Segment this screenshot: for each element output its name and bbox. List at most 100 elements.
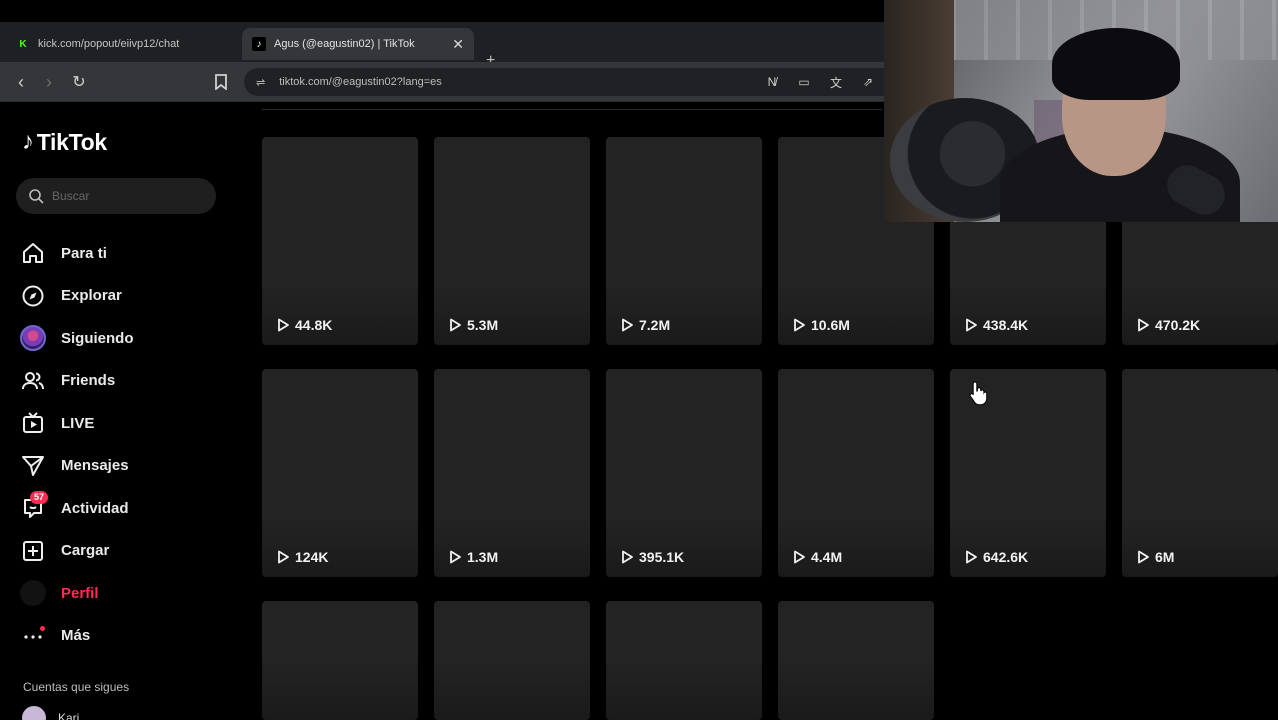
search-input[interactable]: [52, 189, 202, 203]
view-count-text: 395.1K: [639, 549, 685, 565]
video-card[interactable]: 395.1K: [606, 369, 762, 577]
play-icon: [278, 318, 289, 332]
sidebar-item-perfil[interactable]: Perfil: [20, 572, 230, 615]
address-bar[interactable]: ⇌ tiktok.com/@eagustin02?lang=es: [244, 68, 884, 96]
play-icon: [450, 318, 461, 332]
search-icon: [29, 189, 44, 204]
view-count: 470.2K: [1137, 317, 1200, 333]
sidebar-item-mas[interactable]: Más: [20, 615, 230, 658]
sidebar-item-mensajes[interactable]: Mensajes: [20, 445, 230, 488]
activity-icon: 57: [20, 491, 49, 521]
send-icon: [20, 453, 46, 479]
tiktok-note-icon: ♪: [22, 128, 34, 155]
forward-arrow-icon[interactable]: ›: [38, 71, 60, 93]
video-card[interactable]: 4.4M: [778, 369, 934, 577]
sidebar-item-friends[interactable]: Friends: [20, 360, 230, 403]
video-card[interactable]: [434, 601, 590, 720]
sidebar-item-label: Para ti: [61, 244, 107, 262]
view-count: 4.4M: [793, 549, 842, 565]
close-icon[interactable]: ✕: [452, 36, 464, 53]
view-count-text: 438.4K: [983, 317, 1029, 333]
browser-tab-bar: K kick.com/popout/eiivp12/chat ♪ Agus (@…: [0, 22, 884, 69]
url-text: tiktok.com/@eagustin02?lang=es: [279, 76, 442, 88]
sidebar-item-label: Actividad: [61, 499, 129, 517]
video-card[interactable]: 124K: [262, 369, 418, 577]
view-count: 5.3M: [449, 317, 498, 333]
sidebar-item-label: Friends: [61, 372, 116, 390]
sidebar-item-label: Explorar: [61, 287, 122, 305]
notification-badge: 57: [30, 491, 49, 505]
view-count-text: 7.2M: [639, 317, 671, 333]
sidebar-item-live[interactable]: LIVE: [20, 402, 230, 445]
home-icon: [20, 240, 46, 266]
play-icon: [794, 318, 805, 332]
video-card[interactable]: 6M: [1122, 369, 1278, 577]
no-tracking-icon[interactable]: N̸: [762, 72, 782, 92]
following-avatar-icon: [20, 325, 46, 352]
view-count-text: 10.6M: [811, 317, 850, 333]
tiktok-sidebar: ♪ TikTok Para ti Explorar Siguiendo: [0, 102, 240, 720]
view-count: 395.1K: [621, 549, 684, 565]
tiktok-icon: ♪: [252, 37, 266, 51]
following-user-item[interactable]: Kari: [22, 706, 79, 720]
browser-toolbar: ‹ › ↻ ⇌ tiktok.com/@eagustin02?lang=es N…: [0, 62, 884, 102]
webcam-overlay: [884, 0, 1278, 222]
new-dot: [40, 625, 45, 631]
kick-icon: K: [16, 37, 30, 51]
view-count: 438.4K: [965, 317, 1028, 333]
view-count-text: 4.4M: [811, 549, 843, 565]
view-count-text: 5.3M: [467, 317, 499, 333]
sidebar-item-cargar[interactable]: Cargar: [20, 530, 230, 573]
view-count-text: 6M: [1155, 549, 1175, 565]
video-card[interactable]: [778, 601, 934, 720]
tab-tiktok-profile[interactable]: ♪ Agus (@eagustin02) | TikTok ✕: [242, 28, 474, 60]
friends-icon: [20, 368, 46, 394]
tab-title: kick.com/popout/eiivp12/chat: [38, 38, 180, 50]
sidebar-item-label: Más: [61, 627, 91, 645]
bookmark-icon[interactable]: [210, 71, 232, 93]
video-card[interactable]: 44.8K: [262, 137, 418, 345]
view-count-text: 124K: [295, 549, 329, 565]
view-count: 10.6M: [793, 317, 850, 333]
site-settings-icon[interactable]: ⇌: [256, 76, 265, 89]
logo-text: TikTok: [36, 128, 108, 155]
sidebar-item-label: Cargar: [61, 542, 110, 560]
profile-avatar-icon: [20, 580, 46, 607]
sidebar-item-label: Mensajes: [61, 457, 129, 475]
view-count: 642.6K: [965, 549, 1028, 565]
play-icon: [278, 550, 289, 564]
play-icon: [794, 550, 805, 564]
sidebar-item-label: LIVE: [61, 414, 95, 432]
back-arrow-icon[interactable]: ‹: [10, 71, 32, 93]
video-card[interactable]: [262, 601, 418, 720]
cast-icon[interactable]: ▭: [794, 72, 814, 92]
sidebar-item-para-ti[interactable]: Para ti: [20, 232, 230, 275]
translate-icon[interactable]: 文: [826, 72, 846, 92]
play-icon: [622, 318, 633, 332]
view-count: 6M: [1137, 549, 1174, 565]
reload-icon[interactable]: ↻: [68, 71, 90, 93]
play-icon: [1138, 550, 1149, 564]
play-icon: [966, 550, 977, 564]
tab-kick-chat[interactable]: K kick.com/popout/eiivp12/chat: [6, 28, 236, 60]
search-box[interactable]: [16, 178, 216, 214]
video-card[interactable]: 5.3M: [434, 137, 590, 345]
following-user-name: Kari: [58, 711, 80, 720]
more-icon: [20, 623, 46, 649]
share-icon[interactable]: ⇗: [858, 72, 878, 92]
tiktok-logo[interactable]: ♪ TikTok: [22, 128, 107, 156]
sidebar-item-actividad[interactable]: 57 Actividad: [20, 487, 230, 530]
view-count-text: 44.8K: [295, 317, 333, 333]
view-count-text: 470.2K: [1155, 317, 1201, 333]
sidebar-item-explorar[interactable]: Explorar: [20, 275, 230, 318]
play-icon: [966, 318, 977, 332]
tab-divider: [262, 109, 882, 110]
play-icon: [450, 550, 461, 564]
video-card[interactable]: 1.3M: [434, 369, 590, 577]
sidebar-item-siguiendo[interactable]: Siguiendo: [20, 317, 230, 360]
hand-cursor-icon: [969, 381, 988, 406]
compass-icon: [20, 283, 46, 309]
play-icon: [1138, 318, 1149, 332]
video-card[interactable]: [606, 601, 762, 720]
video-card[interactable]: 7.2M: [606, 137, 762, 345]
